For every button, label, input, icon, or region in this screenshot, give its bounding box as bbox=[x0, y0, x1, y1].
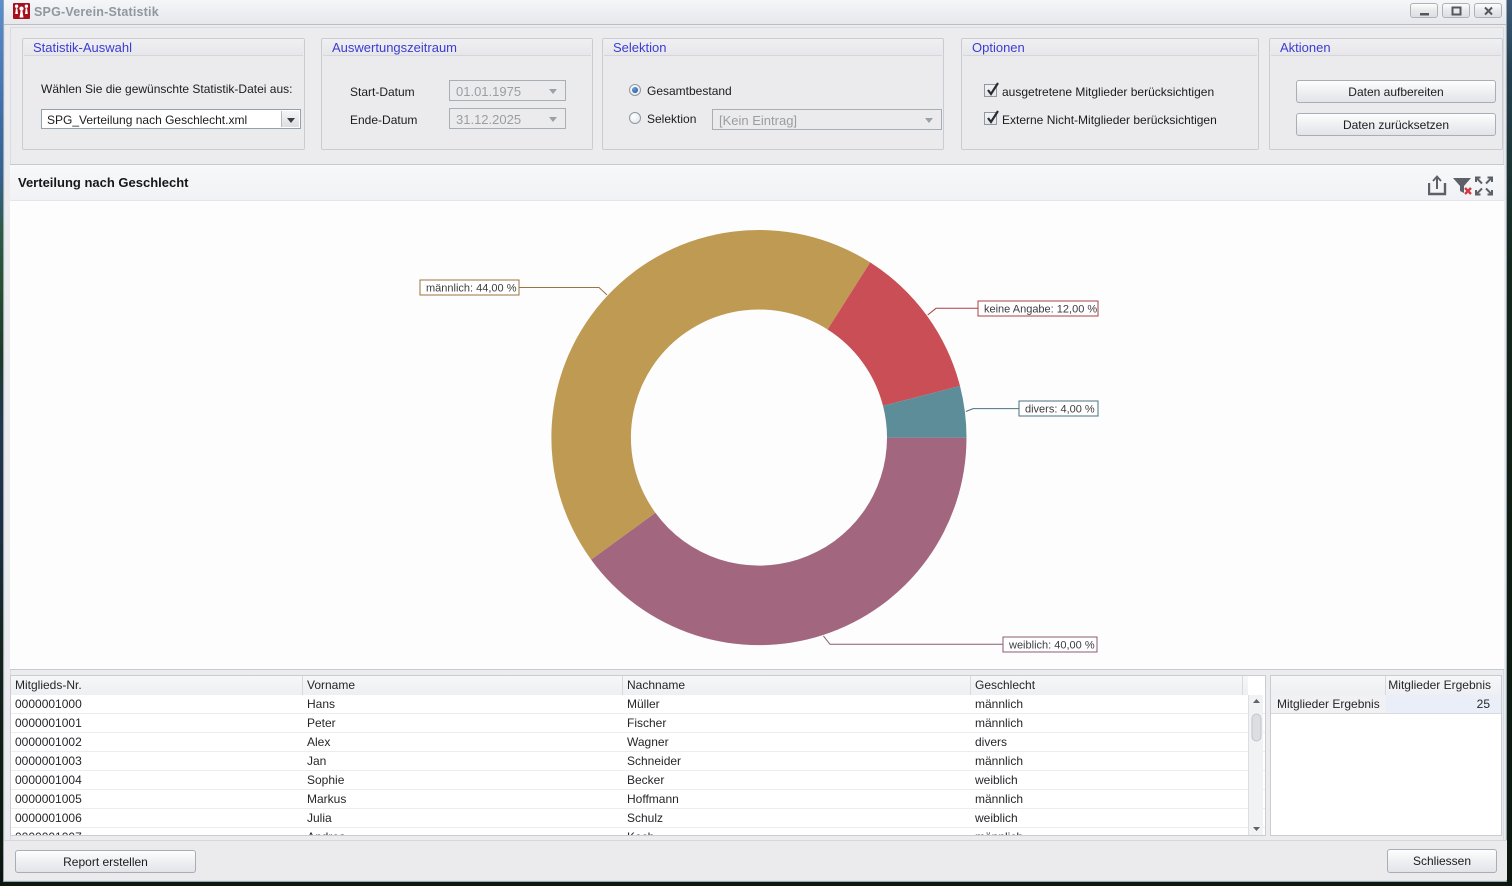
svg-text:keine Angabe: 12,00 %: keine Angabe: 12,00 % bbox=[984, 304, 1097, 316]
svg-text:männlich: 44,00 %: männlich: 44,00 % bbox=[426, 283, 517, 295]
svg-text:divers: 4,00 %: divers: 4,00 % bbox=[1025, 404, 1095, 416]
svg-text:weiblich: 40,00 %: weiblich: 40,00 % bbox=[1008, 640, 1095, 652]
